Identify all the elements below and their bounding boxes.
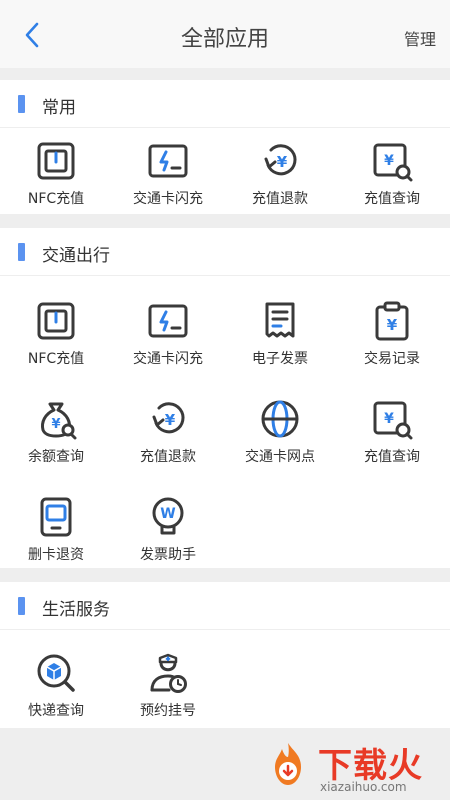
app-item-recharge-search[interactable]: ¥ 充值查询	[336, 384, 448, 474]
top-nav-bar: 全部应用 管理	[0, 0, 450, 68]
phone-card-icon	[35, 496, 77, 538]
section-title: 常用	[42, 98, 76, 118]
svg-text:¥: ¥	[384, 411, 394, 427]
refund-icon: ¥	[147, 398, 189, 440]
flash-charge-icon	[147, 300, 189, 342]
refund-icon: ¥	[259, 140, 301, 182]
app-item-label: 快递查询	[28, 703, 84, 719]
app-item-label: 电子发票	[252, 351, 308, 367]
svg-text:¥: ¥	[384, 153, 394, 169]
section-title: 生活服务	[42, 600, 110, 620]
svg-text:¥: ¥	[165, 411, 176, 429]
app-item-e-invoice[interactable]: 电子发票	[224, 286, 336, 376]
app-item-nfc-recharge[interactable]: NFC充值	[0, 286, 112, 376]
section-marker	[18, 95, 25, 113]
section-transport: 交通出行 NFC充值 交通卡闪充 电子发票 ¥ 交易记录 ¥ 余额查询 ¥ 充值…	[0, 228, 450, 568]
svg-text:W: W	[160, 506, 175, 522]
app-item-appointment[interactable]: 预约挂号	[112, 638, 224, 728]
app-item-label: 交通卡网点	[245, 449, 315, 465]
flash-charge-icon	[147, 140, 189, 182]
app-item-label: 充值退款	[140, 449, 196, 465]
app-item-label: 删卡退资	[28, 547, 84, 563]
app-item-card-outlets[interactable]: 交通卡网点	[224, 384, 336, 474]
nfc-card-icon	[35, 140, 77, 182]
recharge-search-icon: ¥	[371, 398, 413, 440]
app-item-balance-query[interactable]: ¥ 余额查询	[0, 384, 112, 474]
app-item-invoice-assistant[interactable]: W 发票助手	[112, 482, 224, 572]
svg-text:¥: ¥	[387, 316, 398, 334]
app-item-label: 交易记录	[364, 351, 420, 367]
app-item-label: 余额查询	[28, 449, 84, 465]
watermark-url: xiazaihuo.com	[320, 780, 407, 794]
section-header: 生活服务	[0, 582, 450, 630]
nfc-card-icon	[35, 300, 77, 342]
app-item-flash-charge[interactable]: 交通卡闪充	[112, 286, 224, 376]
globe-icon	[259, 398, 301, 440]
section-marker	[18, 243, 25, 261]
bulb-w-icon: W	[147, 496, 189, 538]
section-title: 交通出行	[42, 246, 110, 266]
app-item-label: 交通卡闪充	[133, 351, 203, 367]
app-item-delete-card-refund[interactable]: 删卡退资	[0, 482, 112, 572]
app-item-recharge-search[interactable]: ¥ 充值查询	[336, 126, 448, 216]
money-bag-search-icon: ¥	[35, 398, 77, 440]
app-item-flash-charge[interactable]: 交通卡闪充	[112, 126, 224, 216]
svg-text:¥: ¥	[51, 417, 60, 432]
invoice-icon	[259, 300, 301, 342]
svg-text:¥: ¥	[277, 153, 288, 171]
app-item-nfc-recharge[interactable]: NFC充值	[0, 126, 112, 216]
app-item-express-query[interactable]: 快递查询	[0, 638, 112, 728]
app-item-refund[interactable]: ¥ 充值退款	[112, 384, 224, 474]
app-item-label: 充值查询	[364, 191, 420, 207]
app-item-label: NFC充值	[27, 191, 85, 207]
app-item-label: 充值退款	[252, 191, 308, 207]
app-item-label: 预约挂号	[140, 703, 196, 719]
app-item-transactions[interactable]: ¥ 交易记录	[336, 286, 448, 376]
section-common: 常用 NFC充值 交通卡闪充 ¥ 充值退款 ¥ 充值查询	[0, 80, 450, 214]
section-marker	[18, 597, 25, 615]
watermark: 下载火 xiazaihuo.com	[260, 736, 450, 800]
manage-button[interactable]: 管理	[404, 26, 436, 50]
doctor-clock-icon	[147, 652, 189, 694]
app-item-label: 充值查询	[364, 449, 420, 465]
clipboard-yuan-icon: ¥	[371, 300, 413, 342]
package-search-icon	[35, 652, 77, 694]
section-life-services: 生活服务 快递查询 预约挂号	[0, 582, 450, 728]
flame-logo-icon	[265, 741, 311, 787]
section-header: 交通出行	[0, 228, 450, 276]
app-item-label: 交通卡闪充	[133, 191, 203, 207]
recharge-search-icon: ¥	[371, 140, 413, 182]
section-header: 常用	[0, 80, 450, 128]
app-item-refund[interactable]: ¥ 充值退款	[224, 126, 336, 216]
page-title: 全部应用	[180, 27, 269, 52]
app-item-label: NFC充值	[27, 351, 85, 367]
app-item-label: 发票助手	[140, 547, 196, 563]
